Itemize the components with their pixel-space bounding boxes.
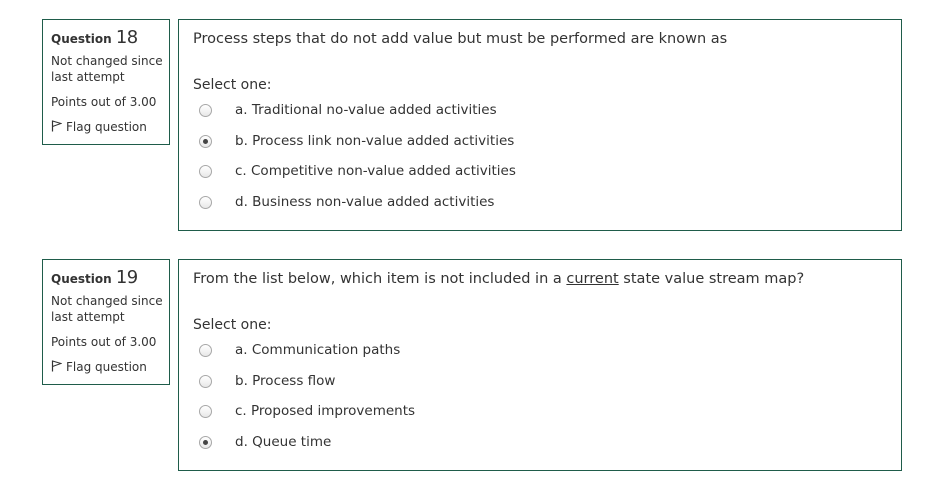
radio-button[interactable] xyxy=(199,165,212,178)
flag-question-label: Flag question xyxy=(66,360,147,374)
question-info: Question 18 Not changed since last attem… xyxy=(42,19,170,145)
answer-option[interactable]: d. Queue time xyxy=(179,432,679,454)
answer-option-label: b. Process link non-value added activiti… xyxy=(235,133,515,149)
answer-option[interactable]: d. Business non-value added activities xyxy=(179,192,679,214)
answer-option-label: a. Traditional no-value added activities xyxy=(235,102,497,118)
answer-option-label: a. Communication paths xyxy=(235,342,401,358)
answer-option-label: d. Queue time xyxy=(235,434,332,450)
question-grade: Points out of 3.00 xyxy=(51,335,157,349)
answer-option[interactable]: c. Proposed improvements xyxy=(179,401,679,423)
radio-button[interactable] xyxy=(199,375,212,388)
flag-question-label: Flag question xyxy=(66,120,147,134)
question-content: From the list below, which item is not i… xyxy=(178,259,902,471)
question-grade: Points out of 3.00 xyxy=(51,95,157,109)
answer-option-label: c. Competitive non-value added activitie… xyxy=(235,163,516,179)
flag-question-link[interactable]: Flag question xyxy=(51,359,169,375)
question-number: Question 18 xyxy=(51,27,138,48)
select-one-prompt: Select one: xyxy=(193,317,272,333)
radio-button[interactable] xyxy=(199,196,212,209)
answer-option-label: c. Proposed improvements xyxy=(235,403,416,419)
radio-button[interactable] xyxy=(199,104,212,117)
answer-option-label: d. Business non-value added activities xyxy=(235,194,495,210)
question-state: Not changed since last attempt xyxy=(51,54,163,84)
radio-button[interactable] xyxy=(199,405,212,418)
question-info: Question 19 Not changed since last attem… xyxy=(42,259,170,385)
answer-option-label: b. Process flow xyxy=(235,373,336,389)
question-number: Question 19 xyxy=(51,267,138,288)
flag-icon xyxy=(51,360,62,372)
question-state: Not changed since last attempt xyxy=(51,294,163,324)
radio-button[interactable] xyxy=(199,344,212,357)
select-one-prompt: Select one: xyxy=(193,77,272,93)
underlined-word: current xyxy=(566,271,619,287)
question-text: Process steps that do not add value but … xyxy=(193,31,728,47)
answer-option[interactable]: c. Competitive non-value added activitie… xyxy=(179,161,679,183)
radio-button[interactable] xyxy=(199,436,212,449)
flag-question-link[interactable]: Flag question xyxy=(51,119,169,135)
question-content: Process steps that do not add value but … xyxy=(178,19,902,231)
answer-option[interactable]: a. Communication paths xyxy=(179,340,679,362)
answer-option[interactable]: b. Process link non-value added activiti… xyxy=(179,131,679,153)
answer-option[interactable]: b. Process flow xyxy=(179,371,679,393)
flag-icon xyxy=(51,120,62,132)
radio-button[interactable] xyxy=(199,135,212,148)
answer-option[interactable]: a. Traditional no-value added activities xyxy=(179,100,679,122)
question-text: From the list below, which item is not i… xyxy=(193,271,805,287)
